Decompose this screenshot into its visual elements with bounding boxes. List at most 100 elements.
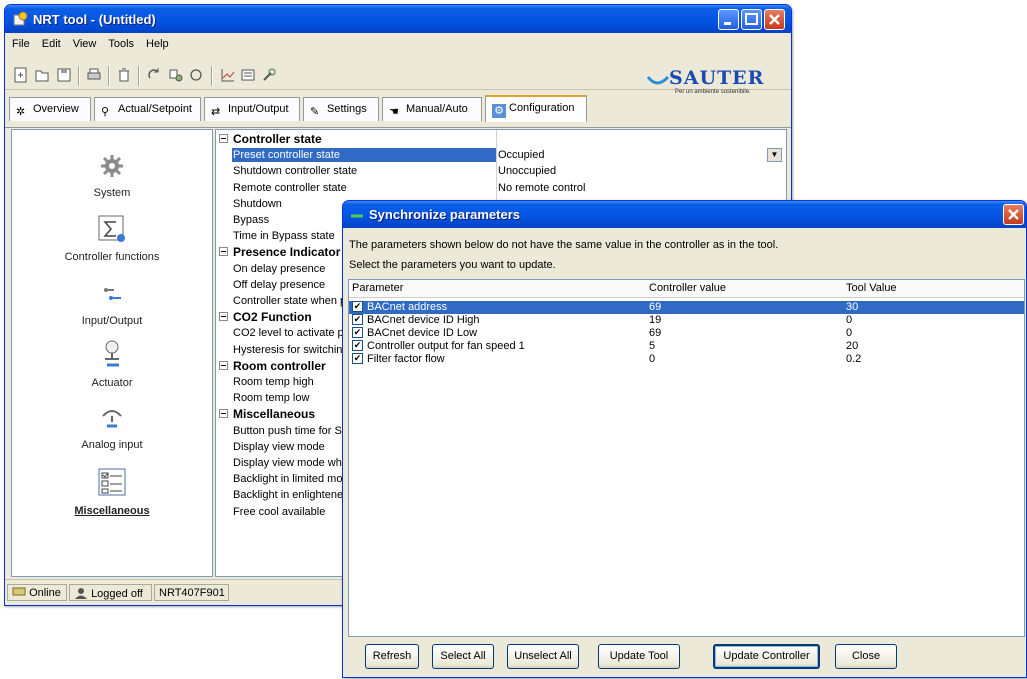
parameter-row[interactable]: ✔ Controller output for fan speed 1 5 20 (349, 340, 1024, 353)
close-button[interactable] (764, 9, 785, 30)
trend-chart-icon[interactable] (220, 67, 236, 83)
print-icon[interactable] (86, 67, 102, 83)
parameter-row[interactable]: ✔ BACnet address 69 30 (349, 301, 1024, 314)
wrench-icon: ✎ (310, 106, 320, 118)
menu-view[interactable]: View (66, 35, 102, 50)
grid-row-name: Hysteresis for switching (233, 344, 349, 356)
parameter-checkbox[interactable]: ✔ (352, 327, 363, 338)
cell-param: BACnet device ID High (367, 314, 480, 326)
dropdown-arrow-icon[interactable]: ▼ (767, 148, 782, 162)
collapse-icon[interactable] (219, 247, 228, 256)
dialog-title-bar[interactable]: Synchronize parameters (343, 201, 1026, 228)
grid-row-name: Miscellaneous (233, 407, 316, 421)
analog-icon (102, 410, 122, 428)
close-dialog-button[interactable]: Close (835, 644, 897, 669)
grid-row-name: Room temp low (233, 392, 310, 404)
tools-icon[interactable] (261, 67, 277, 83)
configuration-icon: ⚙ (492, 104, 506, 118)
menu-help[interactable]: Help (139, 35, 174, 50)
menu-file[interactable]: File (5, 35, 35, 50)
grid-row-name: Backlight in limited mod (233, 473, 349, 485)
connect-icon[interactable] (168, 67, 184, 83)
parameter-list: Parameter Controller value Tool Value ✔ B… (348, 279, 1025, 637)
collapse-icon[interactable] (219, 312, 228, 321)
brand-name: SAUTER (669, 67, 765, 89)
refresh-icon[interactable] (146, 67, 162, 83)
delete-icon[interactable] (116, 67, 132, 83)
sync-icon[interactable] (188, 67, 204, 83)
grid-category[interactable]: Controller state (216, 131, 786, 147)
dialog-title: Synchronize parameters (369, 207, 521, 222)
tab-actual-setpoint[interactable]: ⚲ Actual/Setpoint (94, 97, 201, 121)
unselect-all-button[interactable]: Unselect All (507, 644, 579, 669)
nav-input-output[interactable]: Input/Output (12, 282, 212, 327)
parameter-checkbox[interactable]: ✔ (352, 353, 363, 364)
logo-swoosh-icon (647, 75, 669, 85)
cell-tool: 20 (846, 340, 859, 352)
tab-settings[interactable]: ✎ Settings (303, 97, 379, 121)
tab-input-output[interactable]: ⇄ Input/Output (204, 97, 300, 121)
tab-manual-auto[interactable]: ☚ Manual/Auto (382, 97, 482, 121)
parameter-checkbox[interactable]: ✔ (352, 301, 363, 312)
nav-actuator[interactable]: Actuator (12, 338, 212, 389)
grid-row[interactable]: Remote controller state No remote control (216, 180, 786, 196)
grid-row-name: CO2 level to activate pr (233, 327, 348, 339)
parameter-checkbox[interactable]: ✔ (352, 340, 363, 351)
save-icon[interactable] (56, 67, 72, 83)
parameter-row[interactable]: ✔ BACnet device ID High 19 0 (349, 314, 1024, 327)
report-icon[interactable] (240, 67, 256, 83)
close-icon (769, 14, 780, 25)
grid-row-name: Display view mode whe (233, 457, 348, 469)
grid-row-name: Off delay presence (233, 279, 326, 291)
cell-controller: 69 (649, 301, 662, 313)
column-header-tool-value[interactable]: Tool Value (846, 282, 897, 294)
close-icon (1008, 209, 1019, 220)
minimize-button[interactable] (718, 9, 739, 30)
menu-tools[interactable]: Tools (101, 35, 139, 50)
parameter-row[interactable]: ✔ BACnet device ID Low 69 0 (349, 327, 1024, 340)
nav-miscellaneous[interactable]: Miscellaneous (12, 466, 212, 517)
tab-configuration[interactable]: ⚙ Configuration (485, 95, 587, 122)
nav-system[interactable]: System (12, 152, 212, 199)
status-online: Online (7, 584, 67, 601)
tab-overview[interactable]: ✲ Overview (9, 97, 91, 121)
title-bar[interactable]: NRT tool - (Untitled) (5, 5, 791, 33)
dialog-close-button[interactable] (1003, 204, 1024, 225)
parameter-row[interactable]: ✔ Filter factor flow 0 0.2 (349, 353, 1024, 366)
grid-row[interactable]: Shutdown controller state Unoccupied (216, 163, 786, 179)
network-icon (12, 587, 26, 596)
new-icon[interactable] (13, 67, 29, 83)
nav-analog-input[interactable]: Analog input (12, 404, 212, 451)
collapse-icon[interactable] (219, 134, 228, 143)
update-controller-button[interactable]: Update Controller (713, 644, 820, 669)
column-header-controller-value[interactable]: Controller value (649, 282, 726, 294)
collapse-icon[interactable] (219, 409, 228, 418)
column-header-parameter[interactable]: Parameter (352, 282, 403, 294)
update-tool-button[interactable]: Update Tool (598, 644, 680, 669)
menu-edit[interactable]: Edit (35, 35, 66, 50)
grid-row-name: Room controller (233, 359, 326, 373)
parameter-checkbox[interactable]: ✔ (352, 314, 363, 325)
grid-row-name: Shutdown (233, 198, 282, 210)
maximize-icon (745, 13, 758, 25)
cell-param: BACnet device ID Low (367, 327, 478, 339)
dialog-info-line-1: The parameters shown below do not have t… (349, 239, 779, 251)
grid-row-value: Unoccupied (498, 165, 557, 177)
cell-controller: 69 (649, 327, 662, 339)
open-icon[interactable] (34, 67, 50, 83)
io-icon (104, 288, 121, 300)
synchronize-dialog: Synchronize parameters The parameters sh… (342, 200, 1027, 678)
gauge-icon: ⚲ (101, 106, 110, 118)
checklist-icon (98, 468, 126, 496)
select-all-button[interactable]: Select All (432, 644, 494, 669)
cell-tool: 0 (846, 327, 853, 339)
maximize-button[interactable] (741, 9, 762, 30)
grid-row-name: Backlight in enlightene (233, 489, 344, 501)
collapse-icon[interactable] (219, 361, 228, 370)
grid-row-value[interactable]: Occupied (498, 149, 544, 161)
grid-row[interactable]: Preset controller state Occupied ▼ (216, 147, 786, 163)
grid-row-name: Time in Bypass state (233, 230, 335, 242)
nav-controller-functions[interactable]: Controller functions (12, 214, 212, 263)
grid-row-name: Bypass (233, 214, 270, 226)
refresh-button[interactable]: Refresh (365, 644, 419, 669)
